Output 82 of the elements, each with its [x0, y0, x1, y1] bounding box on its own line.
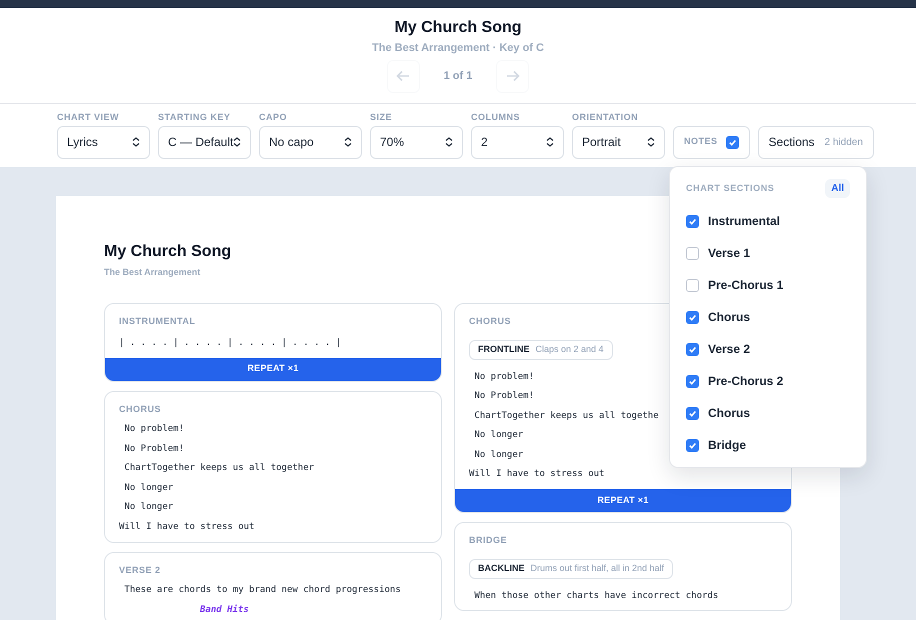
lyric-line: No Problem! — [473, 390, 534, 404]
toggle-label: NOTES — [684, 135, 718, 148]
checkbox[interactable] — [686, 342, 699, 356]
section-heading: CHORUS — [119, 402, 162, 416]
checkmark-icon — [688, 440, 697, 450]
select-dropdown[interactable]: 2 — [471, 126, 564, 158]
section-option[interactable]: Bridge — [686, 429, 850, 461]
sheet-title: My Church Song — [104, 242, 232, 262]
select-dropdown[interactable]: Lyrics — [57, 126, 150, 158]
section-heading: BRIDGE — [469, 534, 508, 548]
checkbox[interactable] — [686, 246, 699, 260]
select-dropdown[interactable]: C — Default — [158, 126, 251, 158]
chevron-updown-icon — [344, 137, 352, 147]
lyric-line: No longer — [123, 482, 174, 495]
checkbox[interactable] — [686, 214, 699, 228]
section-option[interactable]: Verse 1 — [686, 237, 850, 269]
section-option[interactable]: Chorus — [686, 397, 850, 429]
control-label: ORIENTATION — [572, 112, 640, 122]
menu-title: CHART SECTIONS — [686, 182, 774, 195]
control-label: CHART VIEW — [57, 112, 120, 122]
section-heading: INSTRUMENTAL — [119, 315, 196, 328]
checkbox[interactable] — [686, 406, 699, 420]
lyric-line: No problem! — [123, 423, 184, 436]
right-arrow-icon — [506, 70, 520, 82]
lyric-line: Will I have to stress out — [119, 520, 254, 534]
checkmark-icon — [688, 344, 697, 354]
select-dropdown[interactable]: No capo — [259, 126, 362, 158]
note-tag: BACKLINE — [478, 562, 524, 576]
chevron-updown-icon — [233, 137, 242, 147]
hidden-count: 2 hidden — [824, 136, 863, 150]
lyric-line: No longer — [473, 448, 524, 462]
checkmark-icon — [688, 312, 697, 322]
note-text: Drums out first half, all in 2nd half — [530, 562, 664, 575]
control-label: SIZE — [370, 112, 394, 122]
lyric-line: No problem! — [473, 370, 534, 384]
sheet-subtitle: The Best Arrangement — [104, 266, 200, 279]
chevron-updown-icon — [546, 137, 554, 147]
note-text: Claps on 2 and 4 — [536, 342, 604, 356]
section-heading: VERSE 2 — [119, 564, 161, 577]
section-option[interactable]: Pre-Chorus 1 — [686, 269, 850, 301]
repeat-bar: REPEAT ×1 — [105, 358, 441, 380]
section-option[interactable]: Verse 2 — [686, 333, 850, 365]
checkbox[interactable] — [726, 136, 739, 148]
select-all-button[interactable]: All — [825, 179, 850, 198]
bar-line: | . . . . | . . . . | . . . . | . . . . | — [119, 336, 342, 350]
checkmark-icon — [728, 138, 737, 146]
select-dropdown[interactable]: 70% — [370, 126, 463, 158]
checkbox[interactable] — [686, 438, 699, 452]
checkbox[interactable] — [686, 310, 699, 324]
section-option[interactable]: Instrumental — [686, 205, 850, 237]
control-label: CAPO — [259, 112, 288, 122]
sections-button[interactable]: Sections 2 hidden — [758, 126, 874, 158]
page-indicator: 1 of 1 — [444, 68, 472, 84]
chevron-updown-icon — [647, 137, 655, 147]
section-option[interactable]: Chorus — [686, 301, 850, 333]
lyric-line: No longer — [123, 501, 174, 514]
control-label: COLUMNS — [471, 112, 521, 122]
lyric-line: When those other charts have incorrect chords — [473, 590, 718, 603]
note-tag: FRONTLINE — [478, 342, 530, 356]
left-arrow-icon — [396, 70, 410, 82]
checkmark-icon — [688, 376, 697, 386]
lyric-line: No longer — [473, 429, 524, 442]
section-heading: CHORUS — [469, 315, 512, 328]
section-option[interactable]: Pre-Chorus 2 — [686, 365, 850, 397]
checkmark-icon — [688, 408, 697, 418]
checkbox[interactable] — [686, 374, 699, 388]
control-label: STARTING KEY — [158, 112, 232, 122]
lyric-line: ChartTogether keeps us all together — [123, 462, 314, 476]
chevron-updown-icon — [445, 137, 453, 147]
lyric-line: ChartTogether keeps us all togethe — [473, 410, 659, 423]
lyric-line: No Problem! — [123, 442, 184, 456]
band-hits-annotation: Band Hits — [200, 604, 249, 617]
checkbox[interactable] — [686, 278, 699, 292]
lyric-line: Will I have to stress out — [469, 468, 604, 482]
song-subtitle: The Best Arrangement · Key of C — [372, 41, 544, 56]
lyric-line: These are chords to my brand new chord progressions — [123, 584, 401, 598]
checkmark-icon — [688, 216, 697, 226]
select-dropdown[interactable]: Portrait — [572, 126, 665, 158]
song-title: My Church Song — [394, 19, 522, 37]
chevron-updown-icon — [132, 137, 140, 147]
button-label: Sections — [768, 134, 815, 151]
repeat-bar: REPEAT ×1 — [455, 489, 791, 512]
